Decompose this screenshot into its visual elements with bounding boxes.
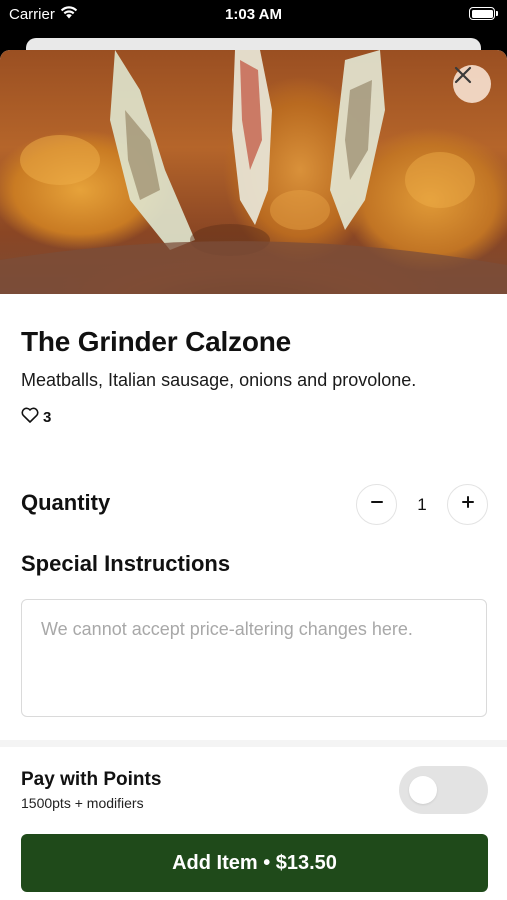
section-divider: [0, 740, 507, 747]
item-detail-sheet: The Grinder Calzone Meatballs, Italian s…: [0, 50, 507, 900]
quantity-stepper: 1: [356, 484, 488, 525]
special-instructions-label: Special Instructions: [21, 551, 231, 576]
increment-button[interactable]: [447, 484, 488, 525]
item-title: The Grinder Calzone: [21, 326, 292, 357]
decrement-button[interactable]: [356, 484, 397, 525]
status-bar: Carrier 1:03 AM: [0, 0, 507, 30]
close-button[interactable]: [453, 65, 491, 103]
likes-counter[interactable]: 3: [21, 407, 51, 427]
toggle-knob: [409, 776, 437, 804]
quantity-value: 1: [417, 494, 427, 514]
special-instructions-input[interactable]: [41, 617, 467, 699]
pay-with-points-toggle[interactable]: [399, 766, 488, 814]
likes-count: 3: [43, 408, 52, 426]
add-item-button[interactable]: Add Item • $13.50: [21, 834, 488, 892]
quantity-label: Quantity: [21, 490, 111, 515]
plus-icon: [461, 495, 475, 514]
item-photo: [0, 50, 507, 294]
points-cost: 1500pts + modifiers: [21, 795, 144, 811]
item-description: Meatballs, Italian sausage, onions and p…: [21, 370, 417, 390]
heart-icon: [21, 407, 39, 427]
status-time: 1:03 AM: [225, 6, 282, 23]
pay-with-points-label: Pay with Points: [21, 769, 162, 790]
special-instructions-field[interactable]: [21, 599, 487, 717]
battery-icon: [469, 7, 498, 20]
minus-icon: [370, 495, 384, 514]
